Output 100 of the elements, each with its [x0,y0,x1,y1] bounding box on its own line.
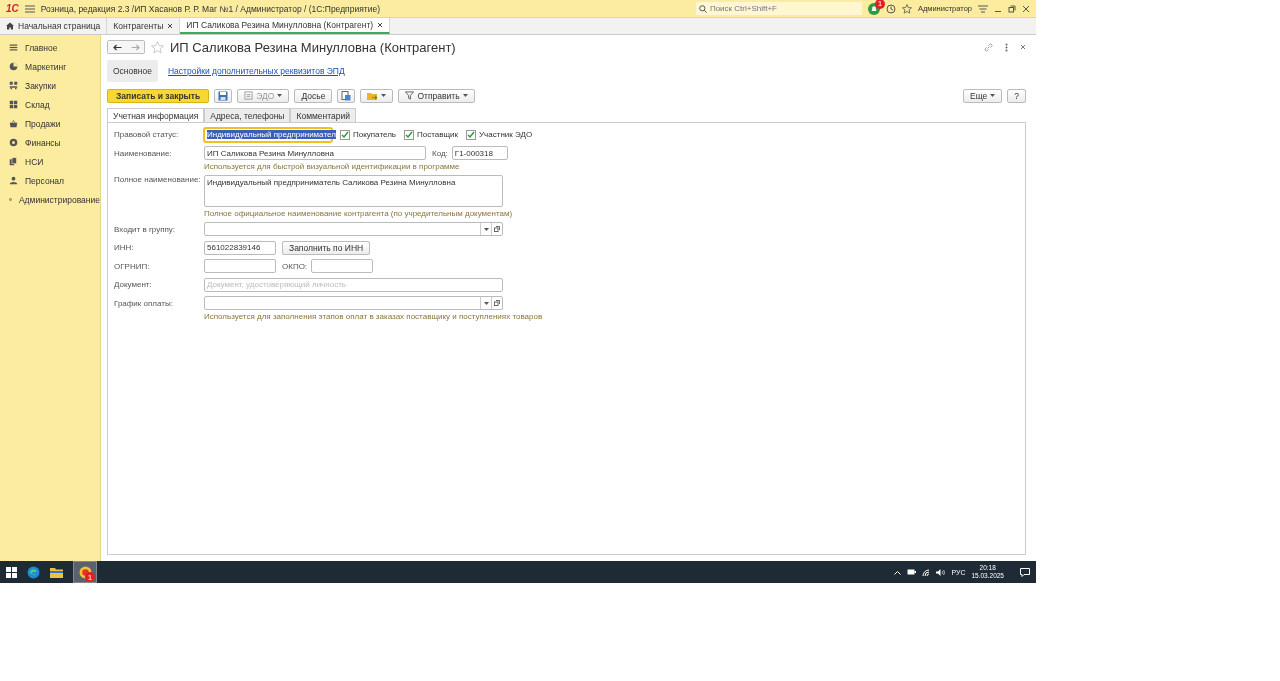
field-label: ИНН: [114,243,135,252]
text-field[interactable] [311,259,374,273]
save-and-close-button[interactable]: Записать и закрыть [107,88,210,103]
sidebar-item[interactable]: Маркетинг [0,57,100,76]
coin-icon [9,138,18,147]
open-tab[interactable]: ИП Саликова Резина Минулловна (Контрагент) [180,18,391,34]
document-stack-icon [244,91,254,100]
sidebar-item[interactable]: Администрирование [0,190,100,209]
toolbar-menu-button[interactable] [360,88,394,103]
chevron-up-icon[interactable] [894,569,902,575]
notification-badge: 1 [874,0,885,9]
field-label: Наименование: [114,148,173,158]
list-icon [9,43,18,52]
text-field[interactable]: 561022839146 [204,240,276,255]
caret-icon [483,301,489,305]
home-icon [6,22,14,30]
check-icon [467,130,476,139]
text-area[interactable]: Индивидуальный предприниматель Саликова Резина Минулловна [204,175,503,207]
navigation-buttons[interactable] [107,40,145,54]
combo-field[interactable] [204,296,503,310]
field-label: Документ: [114,280,153,289]
star-icon[interactable] [151,40,164,54]
hint-text: Используется для заполнения этапов оплат в заказах поставщику и поступлениях товаров [204,312,544,321]
open-icon [494,226,500,232]
toolbar-button[interactable]: Досье [294,88,333,103]
more-icon[interactable] [1005,42,1008,52]
caret-icon [277,94,283,97]
sidebar-item[interactable]: НСИ [0,152,100,171]
basket-icon [9,119,18,128]
shelves-icon [9,81,18,90]
form-title: ИП Саликова Резина Минулловна (Контрагент) [170,39,457,55]
folder-icon[interactable] [50,566,63,578]
sidebar-item[interactable]: Продажи [0,114,100,133]
checkbox[interactable]: Поставщик [404,129,459,140]
app-logo: 1С [6,3,19,14]
field-label: Входит в группу: [114,224,177,234]
close-icon[interactable] [377,22,384,28]
star-icon[interactable] [901,3,912,14]
caret-icon [381,94,387,97]
toolbar-button[interactable] [214,88,233,103]
speaker-icon[interactable] [936,568,946,576]
hint-text: Полное официальное наименование контрагента (по учредительным документам) [204,208,514,218]
fill-by-inn-button[interactable]: Заполнить по ИНН [282,240,371,255]
battery-icon[interactable] [907,569,917,575]
notification-center-icon[interactable] [1020,567,1030,577]
checkbox[interactable]: Покупатель [340,129,396,140]
pie-chart-icon [9,62,18,71]
field-label: ОГРНИП: [114,261,151,271]
close-icon[interactable] [167,23,174,29]
caret-icon [462,94,468,97]
filter-icon [405,91,415,100]
hint-text: Используется для быстрой визуальной идентификации в программе [204,162,461,171]
open-icon [494,300,500,306]
menu-button[interactable]: Еще [962,88,1003,103]
search-icon [698,4,707,13]
caret-icon [483,227,489,231]
text-field[interactable]: ИП Саликова Резина Минулловна [204,146,426,160]
section-link[interactable]: Настройки дополнительных реквизитов ЭПД [161,60,351,82]
browser-icon[interactable] [27,565,40,579]
field-label: Полное наименование: [114,175,200,184]
checkbox[interactable]: Участник ЭДО [466,129,533,140]
section-tab[interactable]: Основное [107,60,158,82]
menu-button[interactable]: Отправить [398,88,475,103]
sidebar-item[interactable]: Финансы [0,133,100,152]
windows-start-icon[interactable] [6,566,17,578]
notification-badge: 1 [85,572,95,582]
history-icon[interactable] [885,3,896,14]
sidebar-item[interactable]: Главное [0,38,100,57]
search-field[interactable]: Поиск Ctrl+Shift+F [695,2,862,15]
person-icon [9,176,18,185]
window-title: Розница, редакция 2.3 /ИП Хасанов Р. Р. Маг №1 / Администратор / (1С:Предприятие) [40,3,381,14]
wifi-icon[interactable] [922,568,931,576]
field-label: Код: [432,148,448,158]
sidebar-item[interactable]: Склад [0,95,100,114]
sidebar-item[interactable]: Закупки [0,76,100,95]
check-icon [405,130,413,139]
toolbar-button[interactable] [337,88,356,103]
open-tab[interactable]: Начальная страница [0,18,108,34]
check-icon [341,130,349,139]
back-arrow-icon[interactable] [112,43,122,51]
sidebar-item[interactable]: Персонал [0,171,100,190]
restore-icon[interactable] [1008,4,1016,13]
search-input[interactable]: Поиск Ctrl+Shift+F [709,4,850,13]
field-label: Правовой статус: [114,130,180,139]
close-icon[interactable] [1020,44,1026,50]
close-icon[interactable] [1022,4,1030,13]
folder-arrow-icon [367,90,379,101]
form-tab[interactable]: Адреса, телефоны [204,108,291,122]
combo-field[interactable] [204,222,503,236]
field-label: График оплаты: [114,298,174,308]
form-tab[interactable]: Комментарий [290,108,357,122]
documents-icon [9,157,18,166]
caret-icon [990,94,996,97]
report-icon [341,90,352,101]
grid-icon [9,100,18,109]
text-field[interactable]: Г1-000318 [451,146,508,160]
form-tab[interactable]: Учетная информация [107,108,205,122]
field-label: ОКПО: [282,261,308,271]
text-field[interactable] [204,259,276,273]
toolbar-button[interactable]: ? [1007,88,1026,103]
